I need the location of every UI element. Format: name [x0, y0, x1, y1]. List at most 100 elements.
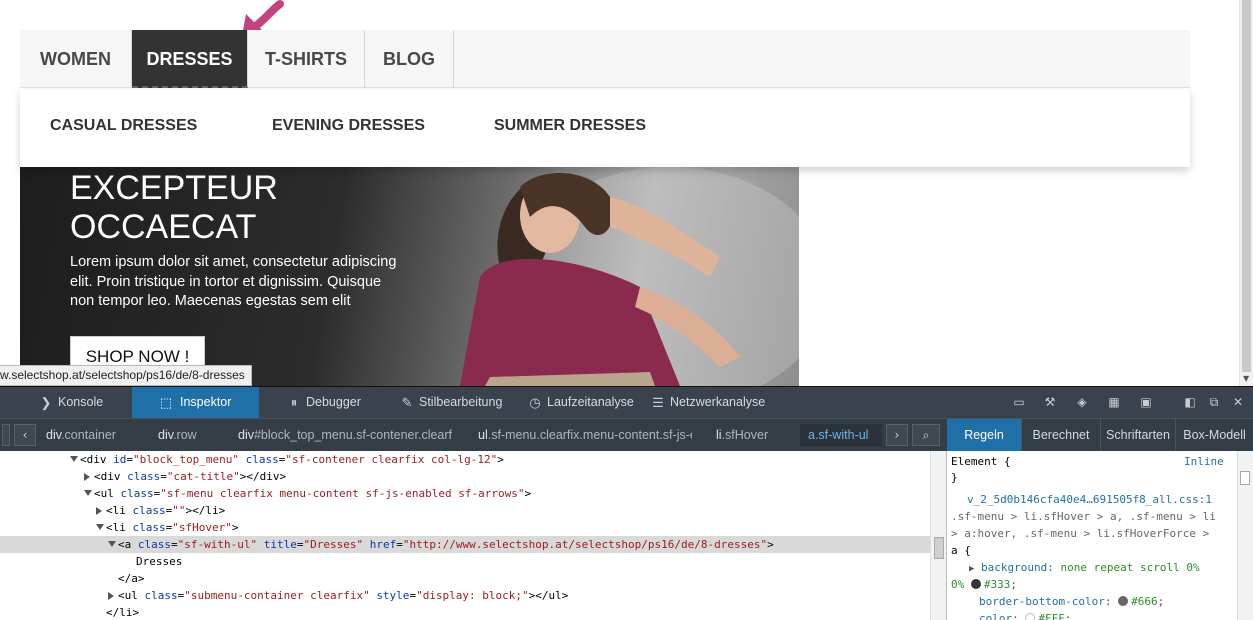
- rule-selector-line: a {: [951, 544, 971, 557]
- crumb-rest: #block_top_menu.sf-contener.clearfi: [253, 428, 452, 442]
- tab-debugger[interactable]: ⏸ Debugger: [280, 387, 384, 418]
- submenu-item-casual-dresses[interactable]: CASUAL DRESSES: [50, 117, 197, 135]
- breadcrumb-item-div-block-top-menu[interactable]: div#block_top_menu.sf-contener.clearfi: [230, 424, 452, 446]
- attr-value: submenu-container clearfix: [190, 589, 364, 602]
- menu-item-dresses[interactable]: DRESSES: [132, 30, 248, 88]
- markup-scrollbar-thumb[interactable]: [934, 537, 944, 559]
- tab-konsole[interactable]: ❯ Konsole: [32, 387, 132, 418]
- collapse-triangle-icon[interactable]: [108, 592, 114, 600]
- rules-scrollbar-thumb[interactable]: [1240, 471, 1250, 485]
- sidebar-tabs: Regeln Berechnet Schriftarten Box-Modell: [947, 418, 1253, 452]
- markup-line[interactable]: <li class="sfHover">: [0, 519, 930, 536]
- markup-line[interactable]: <li class=""></li>: [0, 502, 930, 519]
- expand-triangle-icon[interactable]: [84, 490, 92, 496]
- banner-text-line-1: Lorem ipsum dolor sit amet, consectetur …: [70, 254, 397, 270]
- color-swatch-icon[interactable]: [970, 579, 981, 589]
- tab-laufzeitanalyse[interactable]: ◷ Laufzeitanalyse: [521, 387, 636, 418]
- paintbrush-icon[interactable]: ⚒: [1042, 395, 1058, 410]
- text-node: Dresses: [136, 555, 183, 568]
- rule-property-background-cont: 0% #333;: [951, 578, 1017, 591]
- screenshot-icon[interactable]: ▣: [1138, 395, 1154, 410]
- markup-line[interactable]: <div id="block_top_menu" class="sf-conte…: [0, 451, 930, 468]
- expand-triangle-icon[interactable]: ▶: [969, 564, 974, 574]
- breadcrumb-edge: [2, 424, 10, 446]
- markup-line[interactable]: <ul class="sf-menu clearfix menu-content…: [0, 485, 930, 502]
- banner-title-line-1: EXCEPTEUR: [70, 169, 278, 207]
- attr-value: sf-contener clearfix col-lg-12: [291, 453, 491, 466]
- page-scrollbar[interactable]: ▼: [1239, 0, 1253, 386]
- expand-triangle-icon[interactable]: [70, 456, 78, 462]
- attr-value: display: block;: [422, 589, 523, 602]
- search-icon[interactable]: ⌕: [912, 424, 940, 446]
- devtools-toolbar: ❯ Konsole ⬚ Inspektor ⏸ Debugger ✎ Stilbearb…: [0, 387, 1253, 418]
- stylesheet-source-link[interactable]: v_2_5d0b146cfa40e4…691505f8_all.css:1: [967, 491, 1212, 508]
- banner-model-photo: [460, 167, 799, 386]
- expand-triangle-icon[interactable]: [96, 524, 104, 530]
- tab-schriftarten[interactable]: Schriftarten: [1101, 419, 1176, 452]
- breadcrumb-item-div-container[interactable]: div.container: [38, 424, 138, 446]
- markup-line[interactable]: </a>: [0, 570, 930, 587]
- style-editor-icon: ✎: [401, 395, 413, 410]
- markup-line[interactable]: </li>: [0, 604, 930, 620]
- profiler-icon: ◷: [529, 395, 541, 410]
- rule-property-background[interactable]: ▶ background: none repeat scroll 0%: [969, 559, 1200, 576]
- markup-line[interactable]: <ul class="submenu-container clearfix" s…: [0, 587, 930, 604]
- network-icon: ☰: [652, 395, 664, 410]
- tab-laufzeitanalyse-label: Laufzeitanalyse: [547, 395, 634, 409]
- menu-item-women[interactable]: WOMEN: [20, 30, 132, 88]
- markup-line[interactable]: <div class="cat-title"></div>: [0, 468, 930, 485]
- breadcrumb-item-div-row[interactable]: div.row: [150, 424, 228, 446]
- tab-inspektor[interactable]: ⬚ Inspektor: [132, 387, 259, 418]
- dock-side-icon[interactable]: ◧: [1182, 395, 1198, 410]
- banner-text-line-2: elit. Proin tristique in tortor et digni…: [70, 273, 382, 290]
- undock-window-icon[interactable]: ⧉: [1206, 395, 1222, 410]
- markup-scrollbar[interactable]: [930, 451, 947, 620]
- tab-regeln[interactable]: Regeln: [947, 419, 1022, 452]
- tab-netzwerkanalyse[interactable]: ☰ Netzwerkanalyse: [644, 387, 766, 418]
- submenu-item-summer-dresses[interactable]: SUMMER DRESSES: [494, 117, 646, 135]
- rule-selector-line: .sf-menu > li.sfHover > a, .sf-menu > li: [951, 510, 1216, 523]
- crumb-rest: .sf-menu.clearfix.menu-content.sf-js-e: [487, 428, 692, 442]
- breadcrumb-prev-button[interactable]: ‹: [14, 424, 36, 446]
- attr-value: sf-with-ul: [184, 538, 251, 551]
- top-menu: WOMEN DRESSES T-SHIRTS BLOG: [20, 30, 1190, 88]
- property-value: 0%: [951, 578, 965, 591]
- markup-line-selected[interactable]: <a class="sf-with-ul" title="Dresses" hr…: [0, 536, 930, 553]
- tab-box-modell[interactable]: Box-Modell: [1176, 419, 1253, 452]
- collapse-triangle-icon[interactable]: [84, 473, 90, 481]
- breadcrumb-next-button[interactable]: ›: [886, 424, 908, 446]
- color-swatch-icon[interactable]: [1118, 596, 1129, 606]
- tab-inspektor-label: Inspektor: [180, 395, 232, 409]
- crumb-rest: .sfHover: [721, 428, 769, 442]
- crumb-rest: .row: [173, 428, 197, 442]
- breadcrumb: ‹ div.container div.row div#block_top_me…: [0, 418, 947, 451]
- crumb-tag: div: [238, 428, 254, 442]
- responsive-mode-icon[interactable]: ▭: [1011, 395, 1027, 410]
- banner-text-line-3: non tempor leo. Maecenas egestas sem eli…: [70, 293, 351, 309]
- property-name: border-bottom-color: [979, 595, 1105, 608]
- menu-item-tshirts[interactable]: T-SHIRTS: [248, 30, 365, 88]
- 3d-view-icon[interactable]: ◈: [1074, 395, 1090, 410]
- element-rule-selector: Element {: [951, 455, 1011, 468]
- page-scrollbar-thumb[interactable]: [1242, 0, 1251, 372]
- rules-scrollbar[interactable]: [1237, 451, 1253, 620]
- expand-triangle-icon[interactable]: [108, 541, 116, 547]
- menu-item-blog[interactable]: BLOG: [365, 30, 454, 88]
- scratchpad-icon[interactable]: ▦: [1106, 395, 1122, 410]
- hero-banner[interactable]: EXCEPTEUR OCCAECAT Lorem ipsum dolor sit…: [20, 167, 799, 386]
- tab-stilbearbeitung[interactable]: ✎ Stilbearbeitung: [393, 387, 511, 418]
- collapse-triangle-icon[interactable]: [96, 507, 102, 515]
- tab-konsole-label: Konsole: [58, 395, 104, 409]
- close-devtools-icon[interactable]: ✕: [1230, 395, 1246, 410]
- scroll-down-arrow-icon[interactable]: ▼: [1243, 374, 1249, 383]
- rule-property-border-bottom-color[interactable]: border-bottom-color: #666;: [979, 593, 1164, 610]
- breadcrumb-item-li-sfhover[interactable]: li.sfHover: [708, 424, 786, 446]
- inline-source-label[interactable]: Inline: [1184, 453, 1224, 470]
- markup-line[interactable]: Dresses: [0, 553, 930, 570]
- tab-berechnet[interactable]: Berechnet: [1022, 419, 1101, 452]
- tab-stilbearbeitung-label: Stilbearbeitung: [419, 395, 503, 409]
- submenu-item-evening-dresses[interactable]: EVENING DRESSES: [272, 117, 425, 135]
- breadcrumb-item-ul-sf-menu[interactable]: ul.sf-menu.clearfix.menu-content.sf-js-e: [470, 424, 692, 446]
- breadcrumb-item-a-sf-with-ul[interactable]: a.sf-with-ul: [800, 424, 882, 446]
- crumb-tag: div: [46, 428, 62, 442]
